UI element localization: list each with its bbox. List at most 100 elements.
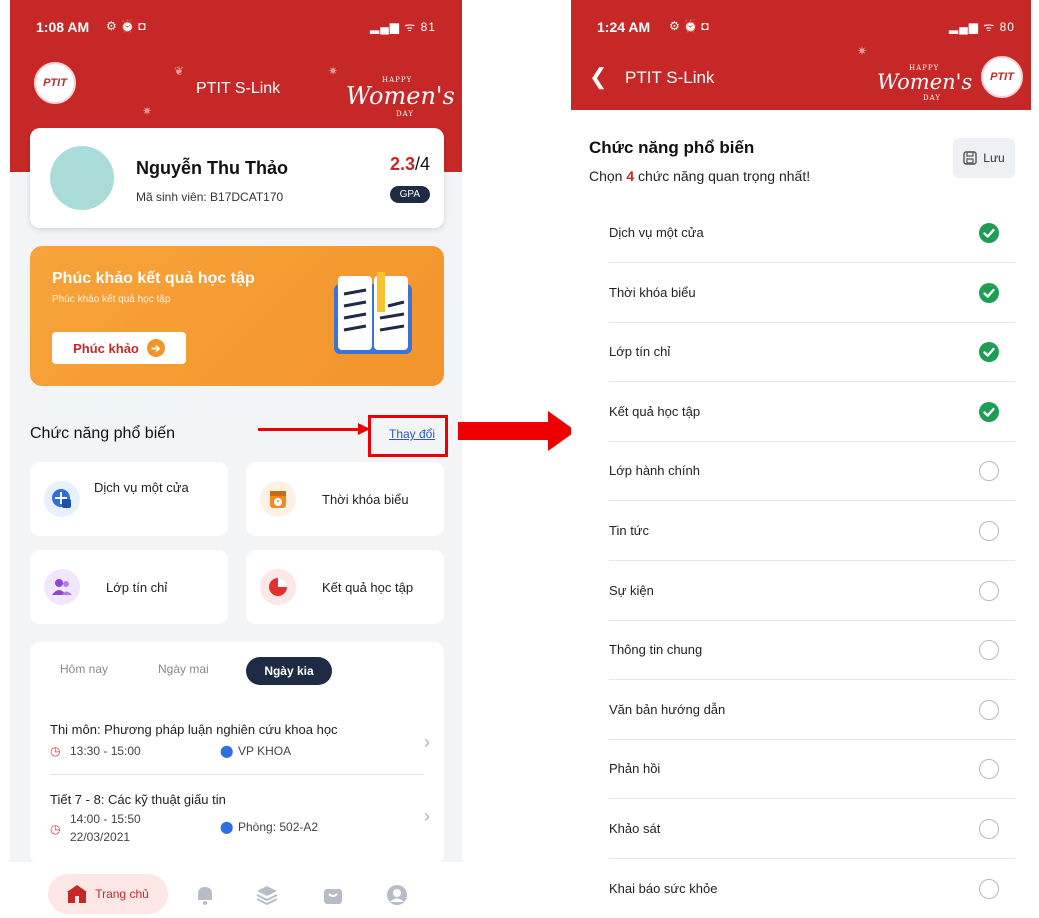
schedule-item-place: VP KHOA bbox=[238, 744, 292, 758]
checked-circle-icon[interactable] bbox=[979, 223, 999, 243]
function-option-row[interactable]: Kết quả học tập bbox=[609, 382, 1015, 442]
function-option-row[interactable]: Khảo sát bbox=[609, 799, 1015, 859]
tab-day-after-tomorrow[interactable]: Ngày kia bbox=[246, 657, 332, 685]
location-pin-icon: ⬤ bbox=[220, 820, 234, 834]
ptit-logo: PTIT bbox=[981, 56, 1023, 98]
function-card-credit-class[interactable]: Lớp tín chỉ bbox=[30, 550, 228, 624]
student-id: Mã sinh viên: B17DCAT170 bbox=[136, 190, 284, 204]
function-option-label: Thông tin chung bbox=[609, 642, 703, 658]
status-time: 1:08 AM bbox=[36, 19, 90, 35]
home-screen: 1:08 AM ⚙ ⏰ ◘ ▂▄▆ ᯤ 81 PTIT PTIT S-Link … bbox=[10, 0, 462, 918]
function-option-label: Kết quả học tập bbox=[609, 403, 701, 419]
schedule-item-title: Thi môn: Phương pháp luận nghiên cứu kho… bbox=[50, 722, 338, 737]
unchecked-circle-icon[interactable] bbox=[979, 640, 999, 661]
function-card-one-stop[interactable]: Dịch vụ một cửa bbox=[30, 462, 228, 536]
status-icons: ⚙ ⏰ ◘ bbox=[669, 19, 709, 33]
function-option-label: Khai báo sức khỏe bbox=[609, 880, 718, 896]
function-option-label: Lớp hành chính bbox=[609, 463, 700, 479]
checked-circle-icon[interactable] bbox=[979, 401, 999, 422]
function-option-row[interactable]: Dịch vụ một cửa bbox=[609, 203, 1015, 263]
app-title: PTIT S-Link bbox=[625, 68, 715, 87]
unchecked-circle-icon[interactable] bbox=[979, 878, 999, 899]
location-pin-icon: ⬤ bbox=[220, 744, 234, 758]
study-result-icon bbox=[260, 569, 296, 605]
banner-title: Phúc khảo kết quả học tập bbox=[52, 270, 255, 287]
checked-circle-icon[interactable] bbox=[979, 342, 999, 363]
function-label: Dịch vụ một cửa bbox=[94, 480, 189, 495]
annotation-arrow-head bbox=[358, 423, 370, 435]
highlight-box bbox=[368, 415, 448, 457]
unchecked-circle-icon[interactable] bbox=[979, 580, 999, 601]
checked-circle-icon[interactable] bbox=[979, 282, 999, 303]
home-icon bbox=[67, 885, 88, 903]
function-option-row[interactable]: Tin tức bbox=[609, 501, 1015, 561]
customize-header: 1:24 AM ⚙ ⏰ ◘ ▂▄▆ ᯤ 80 ❮ PTIT S-Link ✷ H… bbox=[571, 0, 1031, 110]
schedule-item[interactable]: Tiết 7 - 8: Các kỹ thuật giấu tin ◷ 14:0… bbox=[30, 788, 444, 858]
layers-icon[interactable] bbox=[256, 884, 278, 906]
function-option-label: Sự kiện bbox=[609, 582, 654, 598]
status-time: 1:24 AM bbox=[597, 19, 651, 35]
bell-icon[interactable] bbox=[194, 884, 216, 906]
sparkle-icon: ✷ bbox=[857, 44, 868, 58]
one-stop-service-icon bbox=[44, 481, 80, 517]
annotation-arrow bbox=[258, 428, 362, 431]
review-banner: Phúc khảo kết quả học tập Phúc khảo kết … bbox=[30, 246, 444, 386]
function-option-row[interactable]: Văn bản hướng dẫn bbox=[609, 680, 1015, 740]
tab-tomorrow[interactable]: Ngày mai bbox=[158, 662, 209, 676]
function-card-study-result[interactable]: Kết quả học tập bbox=[246, 550, 444, 624]
customize-screen: 1:24 AM ⚙ ⏰ ◘ ▂▄▆ ᯤ 80 ❮ PTIT S-Link ✷ H… bbox=[571, 0, 1031, 918]
function-option-row[interactable]: Thời khóa biểu bbox=[609, 263, 1015, 323]
profile-card[interactable]: Nguyễn Thu Thảo Mã sinh viên: B17DCAT170… bbox=[30, 128, 444, 228]
section-subtitle: Chọn 4 chức năng quan trọng nhất! bbox=[589, 168, 811, 184]
sparkle-icon: ✷ bbox=[328, 64, 339, 78]
function-label: Lớp tín chỉ bbox=[106, 580, 168, 595]
gpa-value: 2.3/4 bbox=[389, 154, 430, 174]
battery-level: 80 bbox=[999, 20, 1015, 34]
student-name: Nguyễn Thu Thảo bbox=[136, 158, 288, 178]
schedule-item[interactable]: Thi môn: Phương pháp luận nghiên cứu kho… bbox=[30, 714, 444, 774]
schedule-item-title: Tiết 7 - 8: Các kỹ thuật giấu tin bbox=[50, 792, 226, 807]
save-button[interactable]: Lưu bbox=[953, 138, 1015, 178]
function-label: Thời khóa biểu bbox=[322, 492, 409, 507]
function-option-row[interactable]: Lớp hành chính bbox=[609, 441, 1015, 502]
bottom-nav: Trang chủ bbox=[10, 862, 462, 918]
nav-home[interactable]: Trang chủ bbox=[48, 874, 168, 914]
schedule-item-time: 13:30 - 15:00 bbox=[70, 744, 141, 758]
bag-icon[interactable] bbox=[322, 884, 344, 906]
profile-icon[interactable] bbox=[386, 884, 408, 906]
unchecked-circle-icon[interactable] bbox=[979, 461, 999, 482]
back-icon[interactable]: ❮ bbox=[589, 64, 607, 90]
function-option-label: Phản hồi bbox=[609, 761, 661, 777]
chevron-right-icon: › bbox=[424, 806, 430, 826]
banner-subtitle: Phúc khảo kết quả học tập bbox=[52, 294, 171, 305]
transition-arrow bbox=[458, 422, 550, 440]
function-option-label: Lớp tín chỉ bbox=[609, 344, 671, 360]
schedule-panel: Hôm nay Ngày mai Ngày kia Thi môn: Phươn… bbox=[30, 642, 444, 864]
save-icon bbox=[963, 151, 977, 165]
arrow-right-icon: ➔ bbox=[146, 339, 165, 357]
divider bbox=[50, 774, 424, 775]
gpa-badge: GPA bbox=[389, 186, 430, 203]
timetable-icon bbox=[260, 481, 296, 517]
unchecked-circle-icon[interactable] bbox=[979, 819, 999, 839]
function-option-row[interactable]: Thông tin chung bbox=[609, 620, 1015, 681]
unchecked-circle-icon[interactable] bbox=[979, 699, 999, 720]
signal-wifi-battery: ▂▄▆ ᯤ 80 bbox=[949, 20, 1015, 34]
womens-day-logo: HAPPY Women's DAY bbox=[877, 64, 973, 102]
tab-today[interactable]: Hôm nay bbox=[60, 662, 108, 676]
function-option-label: Khảo sát bbox=[609, 821, 661, 836]
womens-day-logo: HAPPY Women's DAY bbox=[346, 76, 455, 118]
review-button[interactable]: Phúc khảo ➔ bbox=[52, 332, 186, 364]
function-option-row[interactable]: Khai báo sức khỏe bbox=[609, 859, 1015, 918]
function-option-row[interactable]: Sự kiện bbox=[609, 561, 1015, 621]
clock-icon: ◷ bbox=[50, 822, 61, 836]
unchecked-circle-icon[interactable] bbox=[979, 759, 999, 780]
function-option-row[interactable]: Lớp tín chỉ bbox=[609, 322, 1015, 383]
unchecked-circle-icon[interactable] bbox=[979, 521, 999, 541]
function-option-row[interactable]: Phản hồi bbox=[609, 739, 1015, 800]
function-card-timetable[interactable]: Thời khóa biểu bbox=[246, 462, 444, 536]
section-title: Chức năng phổ biến bbox=[30, 425, 176, 442]
function-option-label: Thời khóa biểu bbox=[609, 284, 696, 300]
open-book-icon bbox=[334, 272, 412, 354]
status-icons: ⚙ ⏰ ◘ bbox=[106, 19, 146, 33]
